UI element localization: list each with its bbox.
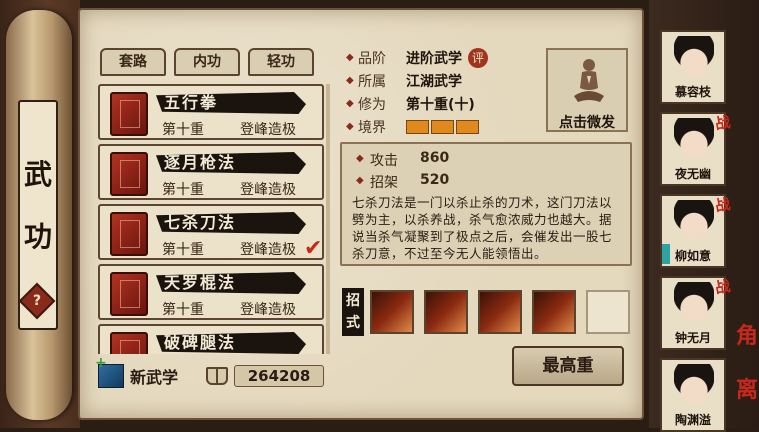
realm-label: 境界 [358, 119, 386, 136]
stats-panel: ◆ 攻击 860 ◆ 招架 520 七杀刀法是一门以杀止杀的刀术，这门刀法以劈为… [340, 142, 632, 266]
grade-label: 品阶 [358, 50, 386, 67]
realm-segment [406, 119, 429, 134]
character-card[interactable]: 战 柳如意 [660, 194, 732, 268]
skill-info: ◆ 品阶 进阶武学 评 ◆ 所属 江湖武学 ◆ 修为 第十重(十) ◆ 境界 [346, 46, 488, 138]
diamond-icon: ◆ [346, 98, 354, 109]
grade-row: ◆ 品阶 进阶武学 评 [346, 46, 488, 69]
meditate-button[interactable]: 点击微发 [546, 48, 628, 132]
skill-points-value: 264208 [234, 365, 325, 387]
diamond-icon: ◆ [356, 153, 364, 164]
page-title-char-1: 武 [23, 158, 52, 191]
attack-value: 860 [420, 150, 450, 166]
realm-segment [456, 119, 479, 134]
skill-rank: 登峰造极 [240, 302, 296, 318]
move-slot[interactable] [532, 290, 576, 334]
character-name: 夜无幽 [674, 167, 711, 181]
skill-level: 第十重 [162, 242, 204, 258]
cultivation-row: ◆ 修为 第十重(十) [346, 92, 488, 115]
max-level-button[interactable]: 最高重 [512, 346, 624, 386]
skill-rank: 登峰造极 [240, 182, 296, 198]
character-portrait [674, 282, 714, 326]
attack-label: 攻击 [370, 153, 398, 169]
cultivation-value: 第十重(十) [406, 96, 475, 113]
diamond-icon: ◆ [356, 175, 364, 186]
skill-level: 第十重 [162, 122, 204, 138]
character-card[interactable]: 战 夜无幽 [660, 112, 732, 186]
skill-item[interactable]: 天罗棍法 第十重 登峰造极 [98, 264, 324, 320]
character-portrait [674, 364, 714, 408]
skill-level: 第十重 [162, 182, 204, 198]
skill-book-icon [110, 272, 148, 316]
skill-book-icon [110, 332, 148, 354]
skill-description: 七杀刀法是一门以杀止杀的刀术，这门刀法以劈为主，以杀养战，杀气愈浓威力也越大。据… [352, 195, 613, 261]
edge-text: 离 [736, 377, 759, 403]
move-slot[interactable] [424, 290, 468, 334]
skill-name: 五行拳 [164, 93, 219, 112]
tab-bar: 套路 内功 轻功 [100, 48, 314, 76]
parry-value: 520 [420, 172, 450, 188]
character-card[interactable]: 慕容枝 [660, 30, 726, 104]
character-portrait [674, 36, 714, 80]
skill-rank: 登峰造极 [240, 242, 296, 258]
skill-list-scrollbar[interactable] [326, 84, 330, 354]
meditating-figure-icon [574, 59, 604, 102]
move-slot-empty[interactable] [586, 290, 630, 334]
tab-lightness[interactable]: 轻功 [248, 48, 314, 76]
skill-rank: 登峰造极 [240, 122, 296, 138]
character-portrait [674, 118, 714, 162]
parry-row: ◆ 招架 520 [356, 172, 449, 192]
skill-item-selected[interactable]: 七杀刀法 第十重 登峰造极 ✔ [98, 204, 324, 261]
question-icon: ? [32, 293, 42, 309]
realm-progress-bar [406, 119, 479, 134]
diamond-icon: ◆ [346, 52, 354, 63]
parry-label: 招架 [370, 175, 398, 191]
move-slot[interactable] [478, 290, 522, 334]
diamond-icon: ◆ [346, 121, 354, 132]
new-skill-book-icon[interactable] [95, 355, 124, 388]
character-portrait [674, 200, 714, 244]
skill-book-icon [110, 152, 148, 196]
skill-name: 七杀刀法 [164, 213, 237, 232]
skill-level: 第十重 [162, 302, 204, 318]
page-title-char-2: 功 [23, 220, 52, 253]
diamond-icon: ◆ [346, 75, 354, 86]
skill-item[interactable]: 破碑腿法 [98, 324, 324, 354]
skill-item[interactable]: 五行拳 第十重 登峰造极 [98, 84, 324, 140]
checkmark-icon: ✔ [304, 236, 323, 261]
skill-name: 天罗棍法 [164, 273, 237, 292]
move-slot[interactable] [370, 290, 414, 334]
open-book-icon [206, 367, 229, 385]
character-name: 慕容枝 [674, 85, 711, 99]
tab-routine[interactable]: 套路 [100, 48, 166, 76]
skill-item[interactable]: 逐月枪法 第十重 登峰造极 [98, 144, 324, 200]
moves-label: 招式 [342, 288, 364, 336]
character-name: 陶渊溢 [674, 413, 711, 427]
comment-badge[interactable]: 评 [468, 47, 488, 68]
skill-book-icon [110, 92, 148, 136]
grade-value: 进阶武学 [406, 50, 462, 67]
cultivation-label: 修为 [358, 96, 386, 113]
tab-inner-art[interactable]: 内功 [174, 48, 240, 76]
character-card[interactable]: 战 钟无月 [660, 276, 732, 350]
faction-label: 所属 [358, 73, 386, 90]
skill-list: 五行拳 第十重 登峰造极 逐月枪法 第十重 登峰造极 七杀刀法 第十重 登峰造极… [94, 84, 326, 354]
realm-segment [431, 119, 454, 134]
character-card[interactable]: 陶渊溢 [660, 358, 726, 432]
skill-book-icon [110, 212, 148, 256]
faction-row: ◆ 所属 江湖武学 [346, 69, 488, 92]
meditate-label: 点击微发 [559, 115, 615, 131]
realm-row: ◆ 境界 [346, 115, 488, 138]
faction-value: 江湖武学 [406, 73, 462, 90]
footer-bar: 新武学 264208 [95, 355, 325, 388]
attack-row: ◆ 攻击 860 [356, 150, 449, 170]
skill-name: 逐月枪法 [164, 153, 237, 172]
new-skill-label[interactable]: 新武学 [130, 364, 178, 388]
edge-text: 角 [736, 323, 759, 349]
character-name: 柳如意 [674, 249, 711, 263]
skill-name: 破碑腿法 [164, 333, 237, 352]
character-name: 钟无月 [674, 331, 711, 345]
